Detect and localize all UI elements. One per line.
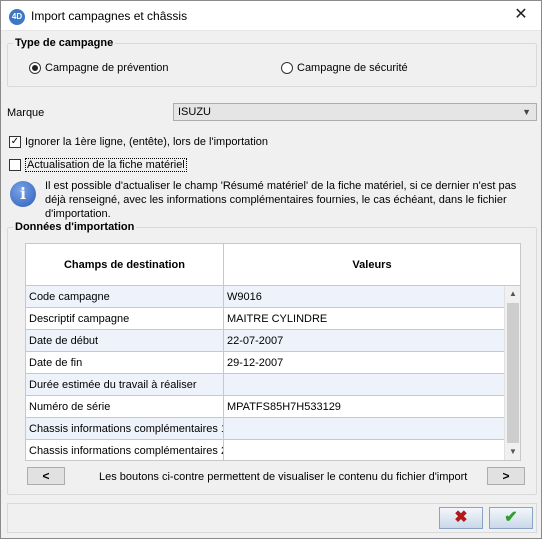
info-text: Il est possible d'actualiser le champ 'R… bbox=[45, 180, 517, 220]
import-data-title: Données d'importation bbox=[13, 221, 137, 233]
scroll-up-icon[interactable]: ▲ bbox=[505, 286, 520, 302]
scrollbar-thumb[interactable] bbox=[507, 303, 519, 443]
radio-prevention[interactable]: Campagne de prévention bbox=[29, 62, 169, 74]
update-material-option[interactable]: Actualisation de la fiche matériel bbox=[9, 158, 187, 172]
row-field: Code campagne bbox=[26, 286, 224, 308]
cancel-button[interactable]: ✖ bbox=[439, 507, 483, 529]
brand-label: Marque bbox=[7, 107, 45, 119]
table-body: Code campagne W9016 Descriptif campagne … bbox=[26, 286, 504, 460]
table-row[interactable]: Chassis informations complémentaires 2 bbox=[26, 440, 504, 460]
radio-prevention-label: Campagne de prévention bbox=[45, 62, 169, 74]
brand-select-value: ISUZU bbox=[178, 106, 211, 118]
table-row[interactable]: Descriptif campagne MAITRE CYLINDRE bbox=[26, 308, 504, 330]
column-header-destination[interactable]: Champs de destination bbox=[26, 244, 224, 286]
scroll-down-icon[interactable]: ▼ bbox=[505, 444, 520, 460]
row-field: Date de début bbox=[26, 330, 224, 352]
ok-button[interactable]: ✔ bbox=[489, 507, 533, 529]
row-field: Descriptif campagne bbox=[26, 308, 224, 330]
row-field: Chassis informations complémentaires 2 bbox=[26, 440, 224, 460]
brand-select[interactable]: ISUZU ▼ bbox=[173, 103, 537, 121]
update-material-checkbox[interactable] bbox=[9, 159, 21, 171]
table-row[interactable]: Date de début 22-07-2007 bbox=[26, 330, 504, 352]
table-row[interactable]: Chassis informations complémentaires 1 bbox=[26, 418, 504, 440]
close-icon[interactable]: ✕ bbox=[511, 5, 531, 25]
radio-button-security[interactable] bbox=[281, 62, 293, 74]
app-4d-icon: 4D bbox=[9, 9, 25, 25]
row-value: W9016 bbox=[227, 291, 262, 303]
checkmark-icon: ✔ bbox=[504, 509, 518, 526]
table-row[interactable]: Code campagne W9016 bbox=[26, 286, 504, 308]
import-data-table: Champs de destination Valeurs Code campa… bbox=[25, 243, 521, 461]
cancel-icon: ✖ bbox=[454, 509, 468, 526]
table-row[interactable]: Date de fin 29-12-2007 bbox=[26, 352, 504, 374]
table-header: Champs de destination Valeurs bbox=[26, 244, 520, 286]
row-value bbox=[224, 418, 504, 440]
table-row[interactable]: Durée estimée du travail à réaliser bbox=[26, 374, 504, 396]
previous-button[interactable]: < bbox=[27, 467, 65, 485]
window-title: Import campagnes et châssis bbox=[31, 9, 188, 23]
ignore-first-line-checkbox[interactable]: ✓ bbox=[9, 136, 21, 148]
info-icon: i bbox=[10, 181, 36, 207]
radio-security[interactable]: Campagne de sécurité bbox=[281, 62, 408, 74]
navigation-hint: Les boutons ci-contre permettent de visu… bbox=[99, 471, 468, 483]
row-field: Date de fin bbox=[26, 352, 224, 374]
row-value bbox=[224, 440, 504, 460]
ignore-first-line-option[interactable]: ✓ Ignorer la 1ère ligne, (entête), lors … bbox=[9, 136, 268, 148]
row-field: Numéro de série bbox=[26, 396, 224, 418]
row-field: Durée estimée du travail à réaliser bbox=[26, 374, 224, 396]
next-button[interactable]: > bbox=[487, 467, 525, 485]
row-value: 29-12-2007 bbox=[227, 357, 284, 369]
row-value: MPATFS85H7H533129 bbox=[227, 401, 341, 413]
column-header-values[interactable]: Valeurs bbox=[224, 244, 520, 286]
campaign-type-title: Type de campagne bbox=[13, 37, 116, 49]
row-value: 22-07-2007 bbox=[227, 335, 284, 347]
row-value: MAITRE CYLINDRE bbox=[227, 313, 328, 325]
radio-button-prevention[interactable] bbox=[29, 62, 41, 74]
update-material-label: Actualisation de la fiche matériel bbox=[25, 158, 187, 172]
table-row[interactable]: Numéro de série MPATFS85H7H533129 bbox=[26, 396, 504, 418]
row-value bbox=[224, 374, 504, 396]
radio-security-label: Campagne de sécurité bbox=[297, 62, 408, 74]
title-bar: 4D Import campagnes et châssis ✕ bbox=[1, 1, 541, 31]
row-field: Chassis informations complémentaires 1 bbox=[26, 418, 224, 440]
chevron-down-icon: ▼ bbox=[522, 107, 531, 117]
import-dialog: 4D Import campagnes et châssis ✕ Type de… bbox=[0, 0, 542, 539]
vertical-scrollbar[interactable]: ▲ ▼ bbox=[504, 286, 520, 460]
ignore-first-line-label: Ignorer la 1ère ligne, (entête), lors de… bbox=[25, 136, 269, 148]
